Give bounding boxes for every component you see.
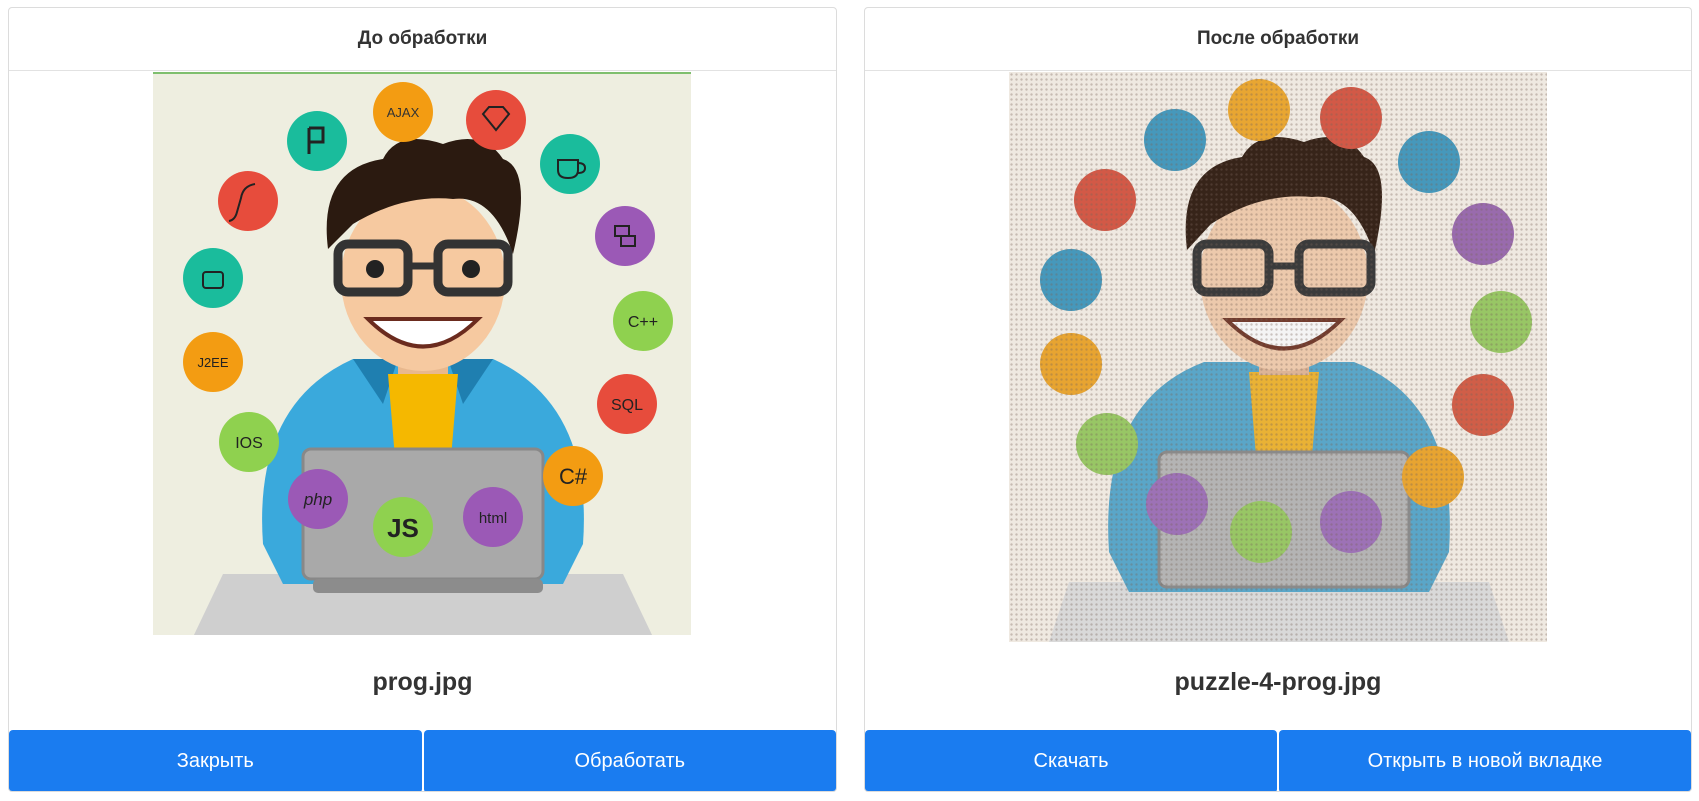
android-bubble xyxy=(183,248,243,308)
csharp-bubble: C# xyxy=(543,446,603,506)
download-button[interactable]: Скачать xyxy=(865,730,1277,791)
after-card-header: После обработки xyxy=(865,8,1691,71)
open-new-tab-button[interactable]: Открыть в новой вкладке xyxy=(1279,730,1691,791)
pivotal-bubble xyxy=(287,111,347,171)
process-button[interactable]: Обработать xyxy=(423,730,836,791)
before-card-header: До обработки xyxy=(9,8,836,71)
comparison-view: До обработки AJAX C++ SQL C# html JS php… xyxy=(0,0,1699,801)
svg-text:J2EE: J2EE xyxy=(197,355,228,370)
js-bubble: JS xyxy=(373,497,433,557)
html-bubble: html xyxy=(463,487,523,547)
php-bubble: php xyxy=(288,469,348,529)
svg-text:C++: C++ xyxy=(628,314,658,331)
ios-bubble: IOS xyxy=(219,412,279,472)
before-card: До обработки AJAX C++ SQL C# html JS php… xyxy=(8,7,837,792)
coffee-bubble xyxy=(540,134,600,194)
svg-text:JS: JS xyxy=(387,513,419,543)
svg-text:AJAX: AJAX xyxy=(387,105,420,120)
after-actions: Скачать Открыть в новой вкладке xyxy=(865,730,1691,791)
ajax-bubble: AJAX xyxy=(373,82,433,142)
gem-bubble xyxy=(466,90,526,150)
svg-text:php: php xyxy=(303,490,332,509)
processed-image xyxy=(1009,72,1547,642)
puzzle-illustration xyxy=(1040,79,1532,642)
original-filename: prog.jpg xyxy=(372,668,473,696)
original-image: AJAX C++ SQL C# html JS php IOS J2EE xyxy=(153,72,691,635)
j2ee-bubble: J2EE xyxy=(183,332,243,392)
flash-bubble xyxy=(218,171,278,231)
after-card: После обработки puzzle-4-prog.jpg Скачат… xyxy=(864,7,1692,792)
sql-bubble: SQL xyxy=(597,374,657,434)
programmer-illustration: AJAX C++ SQL C# html JS php IOS J2EE xyxy=(183,82,673,635)
svg-text:IOS: IOS xyxy=(235,435,263,452)
svg-text:html: html xyxy=(479,510,507,527)
svg-text:C#: C# xyxy=(559,464,588,489)
python-bubble xyxy=(595,206,655,266)
processed-filename: puzzle-4-prog.jpg xyxy=(1174,668,1382,696)
svg-text:SQL: SQL xyxy=(611,397,643,414)
cpp-bubble: C++ xyxy=(613,291,673,351)
close-button[interactable]: Закрыть xyxy=(9,730,422,791)
before-actions: Закрыть Обработать xyxy=(9,730,836,791)
